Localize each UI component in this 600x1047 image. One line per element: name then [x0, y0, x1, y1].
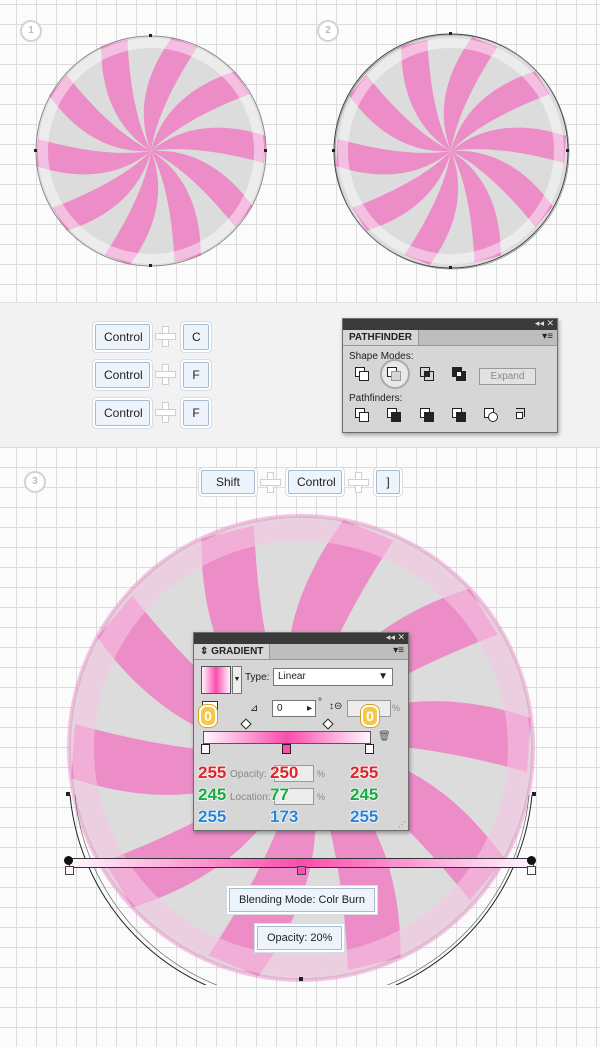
- panel-tabs: ⇕ GRADIENT ▾≡: [194, 644, 408, 660]
- panel-menu-icon[interactable]: ▾≡: [393, 645, 404, 656]
- left-stop-green: 245: [197, 785, 227, 805]
- right-stop-red: 255: [349, 763, 379, 783]
- mid-stop-red: 250: [269, 763, 299, 783]
- chevron-down-icon: ▼: [378, 671, 388, 682]
- step-3-badge: 3: [24, 471, 46, 493]
- angle-value: 0: [277, 703, 283, 714]
- exclude-icon[interactable]: [452, 367, 466, 381]
- control-key: Control: [95, 324, 150, 350]
- gradient-start-handle[interactable]: [64, 856, 73, 865]
- swatch-dropdown-icon[interactable]: ▼: [232, 666, 242, 694]
- merge-icon[interactable]: [420, 408, 434, 422]
- top-canvas: 1 2: [0, 0, 600, 302]
- stop-left[interactable]: [65, 866, 74, 875]
- opacity-label: Opacity:: [230, 769, 267, 780]
- gradient-end-handle[interactable]: [527, 856, 536, 865]
- left-stop-red: 255: [197, 763, 227, 783]
- opacity-percent: %: [317, 769, 326, 779]
- plus-icon: [155, 402, 176, 423]
- tab-gradient[interactable]: ⇕ GRADIENT: [194, 644, 271, 659]
- gradient-slider[interactable]: [203, 731, 371, 744]
- degree-symbol: °: [318, 697, 322, 708]
- slider-stop-left[interactable]: [201, 744, 210, 754]
- shift-key: Shift: [201, 470, 255, 494]
- minus-front-icon[interactable]: [387, 367, 401, 381]
- aspect-percent: %: [392, 703, 401, 713]
- right-stop-blue: 255: [349, 807, 379, 827]
- angle-icon: ⊿: [250, 703, 259, 714]
- control-key: Control: [95, 400, 150, 426]
- panel-titlebar: ◂◂ ✕: [194, 632, 408, 644]
- plus-icon: [155, 364, 176, 385]
- annotation-zero-b: 0: [361, 705, 379, 727]
- type-select[interactable]: Linear ▼: [273, 668, 393, 686]
- aspect-ratio-icon: ↕⊝: [329, 701, 343, 712]
- pathfinders-label: Pathfinders:: [349, 393, 403, 404]
- mid-stop-blue: 173: [269, 807, 299, 827]
- plus-icon: [155, 326, 176, 347]
- control-key: Control: [95, 362, 150, 388]
- minus-back-icon[interactable]: [516, 408, 530, 422]
- expand-button[interactable]: Expand: [479, 368, 536, 385]
- type-label: Type:: [245, 672, 270, 683]
- control-key: Control: [288, 470, 342, 494]
- tab-pathfinder[interactable]: PATHFINDER: [343, 330, 419, 345]
- gradient-swatch[interactable]: [201, 666, 231, 694]
- right-stop-green: 245: [349, 785, 379, 805]
- tab-gradient-label: GRADIENT: [211, 646, 264, 657]
- intersect-icon[interactable]: [420, 367, 434, 381]
- location-label: Location:: [230, 792, 271, 803]
- tab-arrows-icon: ⇕: [200, 646, 212, 657]
- outline-icon[interactable]: [484, 408, 498, 422]
- left-stop-blue: 255: [197, 807, 227, 827]
- plus-icon: [348, 472, 369, 493]
- candy-1: [34, 34, 267, 267]
- bottom-canvas: 3 Shift Control ] ◂◂ ✕ ⇕ GRADIENT ▾≡ ▼ T…: [0, 447, 600, 1047]
- shape-modes-label: Shape Modes:: [349, 351, 414, 362]
- trash-icon[interactable]: 🗑: [378, 731, 391, 742]
- location-percent: %: [317, 792, 326, 802]
- panel-menu-icon[interactable]: ▾≡: [542, 331, 553, 342]
- plus-icon: [260, 472, 281, 493]
- stepper-arrow-icon[interactable]: ▸: [307, 701, 312, 716]
- unite-icon[interactable]: [355, 367, 369, 381]
- candy-2: [332, 32, 570, 270]
- annotation-zero-a: 0: [199, 705, 217, 727]
- slider-stop-right[interactable]: [365, 744, 374, 754]
- panel-tabs: PATHFINDER ▾≡: [343, 330, 557, 346]
- shortcut-strip: Control C Control F Control F ◂◂ ✕ PATHF…: [0, 302, 600, 449]
- mid-stop-green: 77: [270, 785, 290, 805]
- type-select-value: Linear: [278, 671, 306, 682]
- crop-icon[interactable]: [452, 408, 466, 422]
- blending-mode-note: Blending Mode: Colr Burn: [229, 888, 375, 912]
- slider-stop-mid[interactable]: [282, 744, 291, 754]
- opacity-note: Opacity: 20%: [257, 926, 343, 950]
- angle-input[interactable]: 0 ▸: [272, 700, 316, 717]
- panel-titlebar: ◂◂ ✕: [343, 318, 557, 330]
- f-key: F: [183, 400, 209, 426]
- trim-icon[interactable]: [387, 408, 401, 422]
- stop-right[interactable]: [527, 866, 536, 875]
- collapse-close-icons[interactable]: ◂◂ ✕: [386, 632, 405, 643]
- divide-icon[interactable]: [355, 408, 369, 422]
- collapse-close-icons[interactable]: ◂◂ ✕: [535, 318, 554, 329]
- c-key: C: [183, 324, 209, 350]
- pathfinder-panel: ◂◂ ✕ PATHFINDER ▾≡ Shape Modes: Expand P…: [342, 318, 558, 433]
- stop-mid[interactable]: [297, 866, 306, 875]
- f-key: F: [183, 362, 209, 388]
- resize-grip-icon[interactable]: ⋰: [398, 820, 406, 829]
- midpoint-diamond[interactable]: [240, 718, 252, 730]
- midpoint-diamond[interactable]: [322, 718, 334, 730]
- bracket-key: ]: [376, 470, 400, 494]
